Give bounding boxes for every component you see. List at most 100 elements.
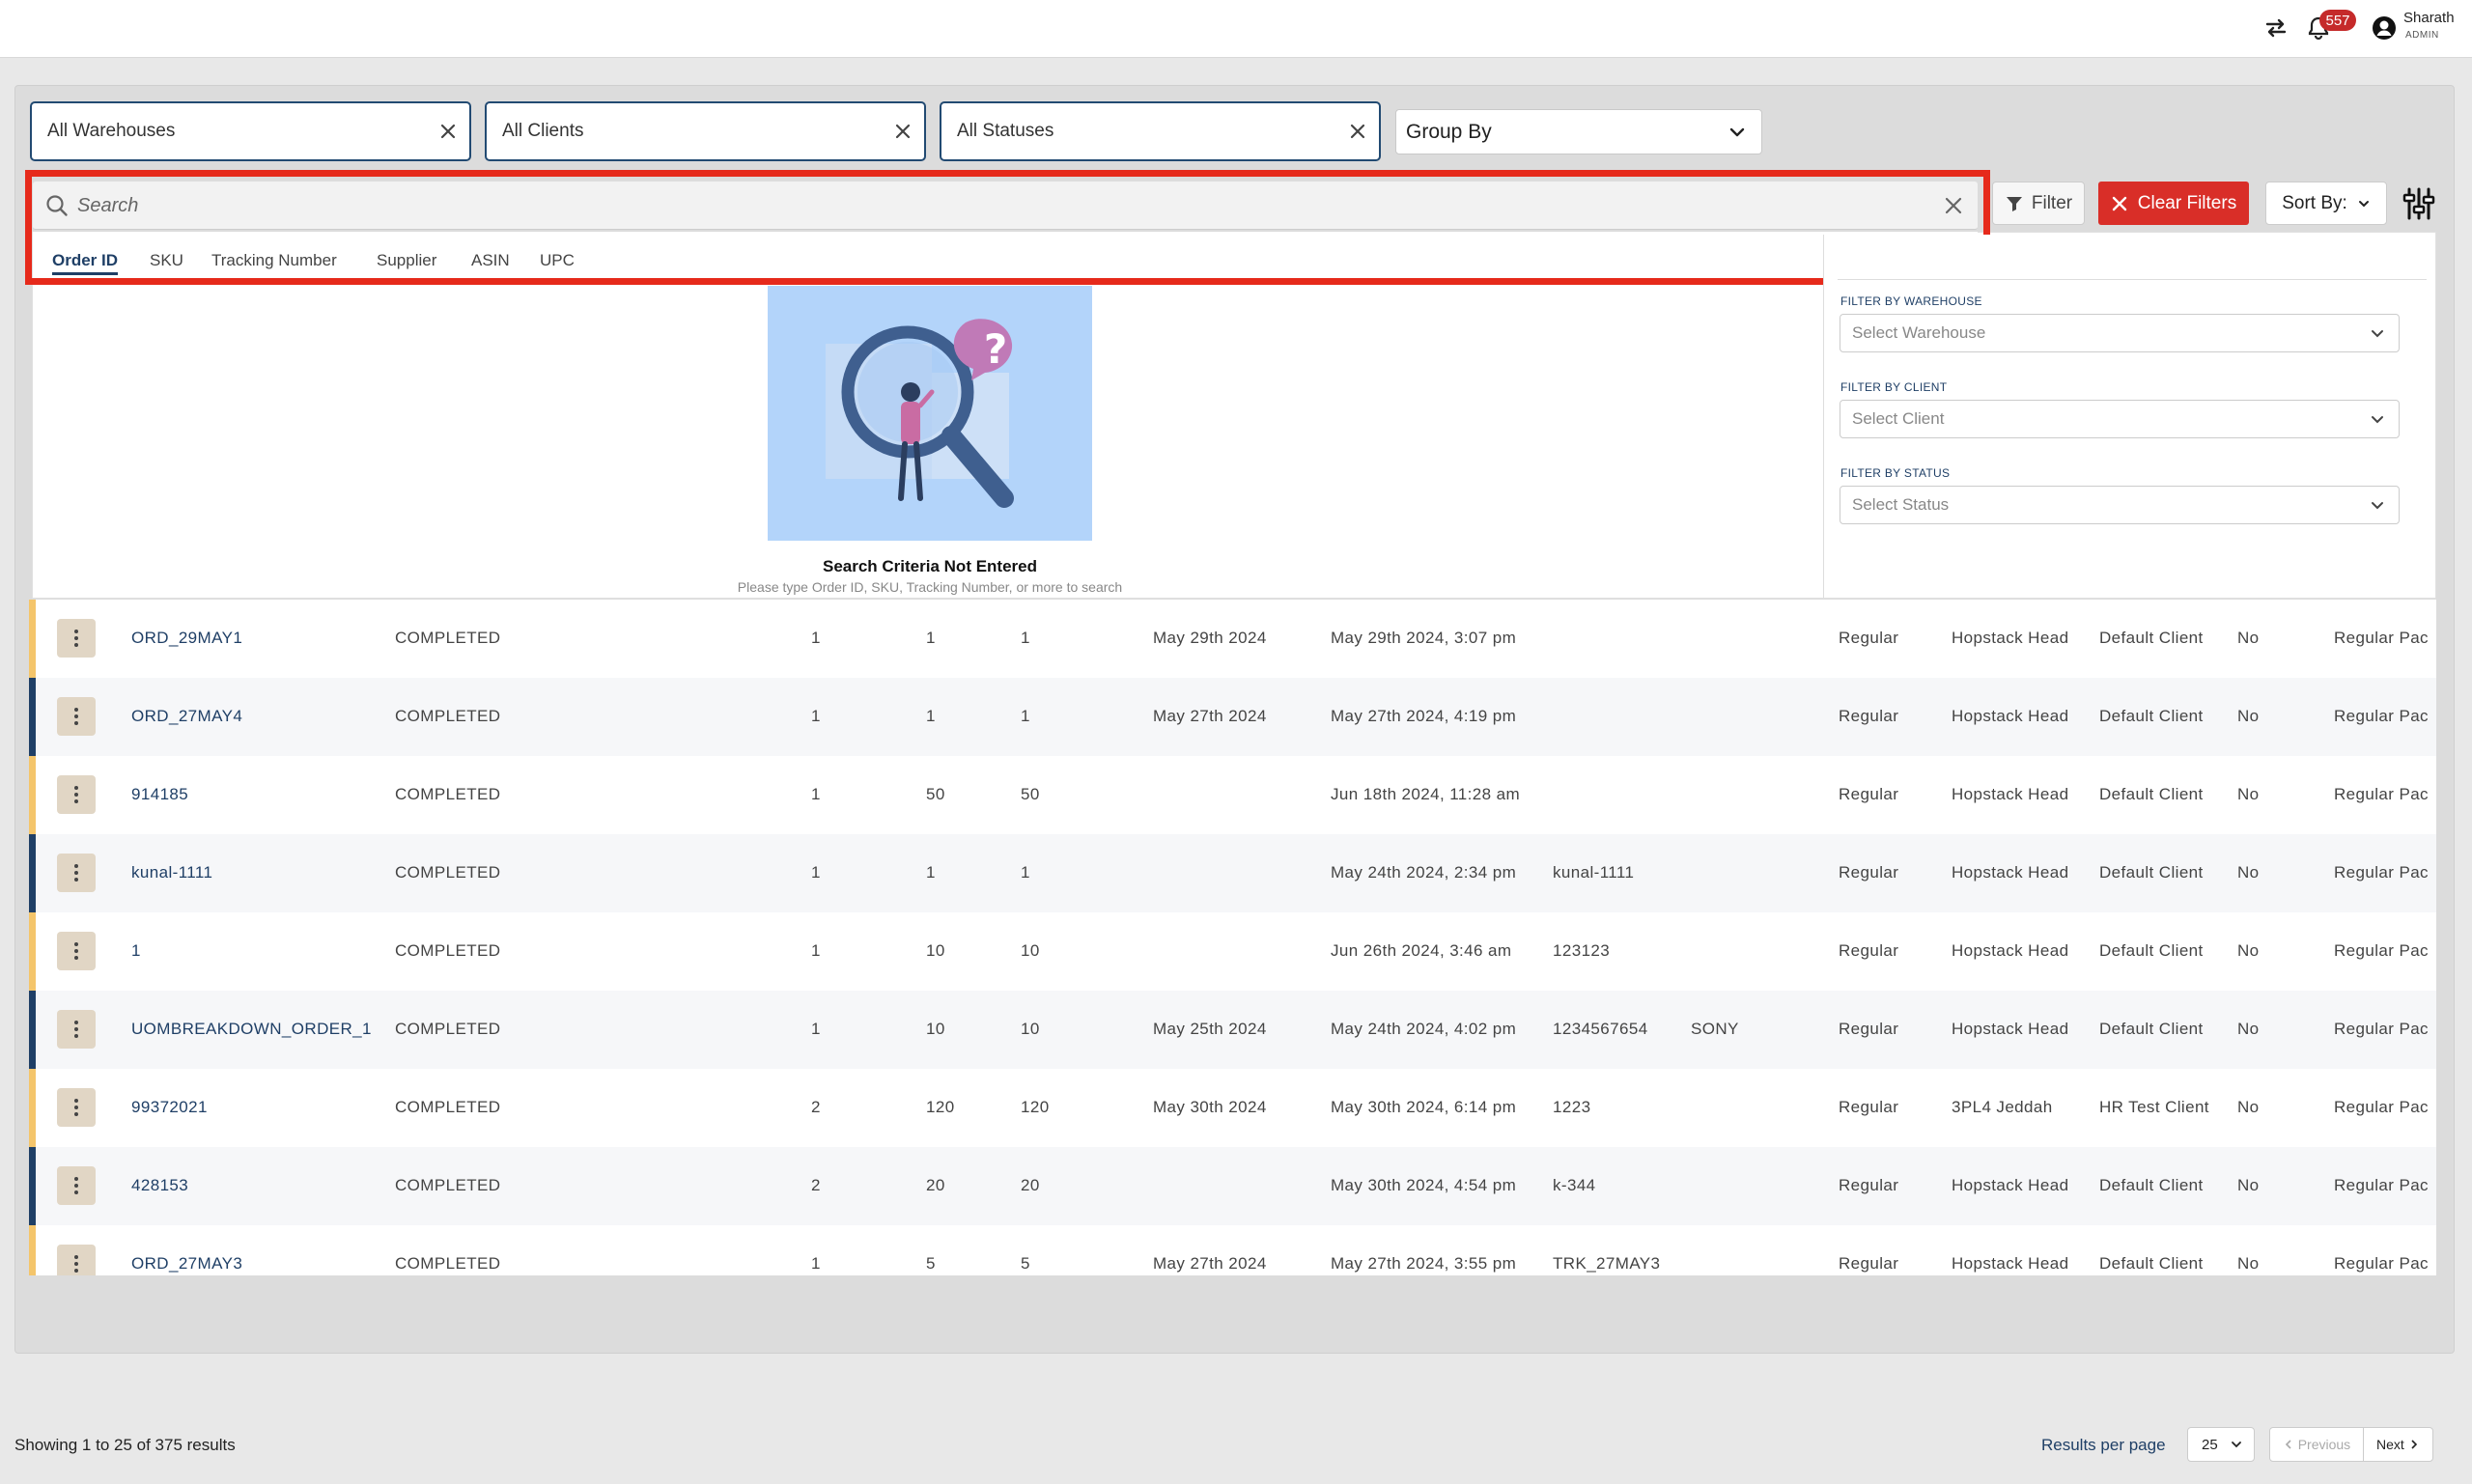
tab-upc[interactable]: UPC (540, 251, 575, 270)
group-by-select[interactable]: Group By (1395, 109, 1762, 154)
table-row[interactable]: 99372021 COMPLETED 2 120 120 May 30th 2024 May… (29, 1069, 2436, 1147)
switch-arrows-icon[interactable] (2261, 14, 2290, 42)
cell-order-id[interactable]: ORD_29MAY1 (131, 629, 242, 648)
row-actions-button[interactable] (57, 1010, 96, 1049)
filter-sidebar: FILTER BY WAREHOUSE Select Warehouse FIL… (1823, 235, 2435, 598)
row-status-stripe (29, 1147, 36, 1225)
cell-order-id[interactable]: kunal-1111 (131, 863, 212, 882)
tab-sku[interactable]: SKU (150, 251, 183, 270)
table-row[interactable]: ORD_27MAY4 COMPLETED 1 1 1 May 27th 2024 May 2… (29, 678, 2436, 756)
cell-supplier: SONY (1691, 1020, 1739, 1038)
sort-by-button[interactable]: Sort By: (2265, 182, 2387, 225)
select-warehouse-dropdown[interactable]: Select Warehouse (1840, 314, 2400, 352)
per-page-select[interactable]: 25 (2187, 1427, 2255, 1462)
row-actions-button[interactable] (57, 775, 96, 814)
client-select[interactable]: All Clients (485, 101, 926, 161)
cell-order-id[interactable]: 1 (131, 941, 141, 961)
tab-asin[interactable]: ASIN (471, 251, 510, 270)
cell-order-status: COMPLETED (395, 707, 501, 725)
table-row[interactable]: 428153 COMPLETED 2 20 20 May 30th 2024, 4:54 … (29, 1147, 2436, 1225)
cell-line-count: 1 (811, 1254, 821, 1273)
warehouse-select[interactable]: All Warehouses (30, 101, 471, 161)
tab-tracking-number[interactable]: Tracking Number (211, 251, 337, 270)
cell-warehouse: Hopstack Head (1952, 629, 2069, 647)
cell-total-quantity: 50 (1021, 785, 1040, 803)
cell-total-quantity: 120 (1021, 1098, 1050, 1116)
filter-button-label: Filter (2031, 192, 2073, 213)
user-name[interactable]: Sharath (2403, 10, 2455, 26)
row-status-stripe (29, 991, 36, 1069)
filter-button[interactable]: Filter (1992, 182, 2085, 225)
row-actions-button[interactable] (57, 932, 96, 970)
previous-label: Previous (2297, 1437, 2351, 1452)
previous-page-button[interactable]: Previous (2270, 1428, 2364, 1461)
cell-order-id[interactable]: 428153 (131, 1176, 188, 1195)
cell-quantity: 10 (926, 941, 945, 960)
clear-client-icon[interactable] (891, 120, 914, 143)
cell-order-id[interactable]: 99372021 (131, 1098, 208, 1117)
cell-order-id[interactable]: ORD_27MAY4 (131, 707, 242, 726)
cell-order-id[interactable]: UOMBREAKDOWN_ORDER_1 (131, 1020, 372, 1039)
cell-pack-type: Regular Pac (2334, 863, 2429, 882)
cell-quantity: 1 (926, 707, 936, 725)
cell-order-date: May 29th 2024 (1153, 629, 1267, 647)
table-row[interactable]: ORD_27MAY3 COMPLETED 1 5 5 May 27th 2024 May 2… (29, 1225, 2436, 1275)
close-icon[interactable] (1941, 193, 1966, 218)
user-avatar-icon[interactable] (2370, 14, 2399, 42)
clear-warehouse-icon[interactable] (436, 120, 460, 143)
cell-tracking-number: 123123 (1553, 941, 1611, 960)
row-actions-button[interactable] (57, 1166, 96, 1205)
cell-client: HR Test Client (2099, 1098, 2209, 1116)
per-page-value: 25 (2202, 1436, 2218, 1453)
table-row[interactable]: kunal-1111 COMPLETED 1 1 1 May 24th 2024, 2:3… (29, 834, 2436, 912)
cell-pack-type: Regular Pac (2334, 1254, 2429, 1273)
tab-order-id[interactable]: Order ID (52, 251, 119, 275)
kebab-menu-icon (74, 1177, 78, 1194)
cell-client: Default Client (2099, 863, 2204, 882)
next-page-button[interactable]: Next (2364, 1428, 2432, 1461)
cell-total-quantity: 20 (1021, 1176, 1040, 1194)
chevron-down-icon (2372, 502, 2383, 510)
cell-client: Default Client (2099, 785, 2204, 803)
status-select-value: All Statuses (957, 121, 1054, 141)
table-row[interactable]: 1 COMPLETED 1 10 10 Jun 26th 2024, 3:46 am 123… (29, 912, 2436, 991)
select-status-dropdown[interactable]: Select Status (1840, 486, 2400, 524)
cell-line-count: 1 (811, 785, 821, 803)
cell-tracking-number: 1223 (1553, 1098, 1591, 1116)
table-row[interactable]: 914185 COMPLETED 1 50 50 Jun 18th 2024, 11:28… (29, 756, 2436, 834)
cell-order-status: COMPLETED (395, 941, 501, 960)
sliders-icon[interactable] (2401, 185, 2437, 222)
status-select[interactable]: All Statuses (940, 101, 1381, 161)
cell-order-id[interactable]: ORD_27MAY3 (131, 1254, 242, 1274)
cell-line-count: 2 (811, 1176, 821, 1194)
row-actions-button[interactable] (57, 619, 96, 658)
cell-order-status: COMPLETED (395, 785, 501, 803)
cell-flag: No (2237, 1254, 2260, 1273)
tab-supplier[interactable]: Supplier (377, 251, 436, 270)
table-row[interactable]: ORD_29MAY1 COMPLETED 1 1 1 May 29th 2024 May 2… (29, 600, 2436, 678)
cell-line-count: 1 (811, 941, 821, 960)
cell-quantity: 50 (926, 785, 945, 803)
select-client-dropdown[interactable]: Select Client (1840, 400, 2400, 438)
table-row[interactable]: UOMBREAKDOWN_ORDER_1 COMPLETED 1 10 10 May 25… (29, 991, 2436, 1069)
notification-badge: 557 (2319, 10, 2356, 31)
clear-filters-button[interactable]: Clear Filters (2098, 182, 2249, 225)
search-input[interactable] (77, 190, 1912, 221)
row-status-stripe (29, 1069, 36, 1147)
row-actions-button[interactable] (57, 1088, 96, 1127)
cell-order-type: Regular (1839, 785, 1899, 803)
close-icon (2112, 196, 2126, 210)
cell-warehouse: Hopstack Head (1952, 1020, 2069, 1038)
row-actions-button[interactable] (57, 1245, 96, 1275)
cell-quantity: 10 (926, 1020, 945, 1038)
cell-quantity: 1 (926, 629, 936, 647)
cell-total-quantity: 5 (1021, 1254, 1030, 1273)
filter-status-label: FILTER BY STATUS (1840, 466, 1951, 480)
cell-client: Default Client (2099, 1020, 2204, 1038)
cell-order-id[interactable]: 914185 (131, 785, 188, 804)
cell-order-status: COMPLETED (395, 629, 501, 647)
clear-status-icon[interactable] (1346, 120, 1369, 143)
row-actions-button[interactable] (57, 697, 96, 736)
row-actions-button[interactable] (57, 854, 96, 892)
cell-order-status: COMPLETED (395, 1098, 501, 1116)
